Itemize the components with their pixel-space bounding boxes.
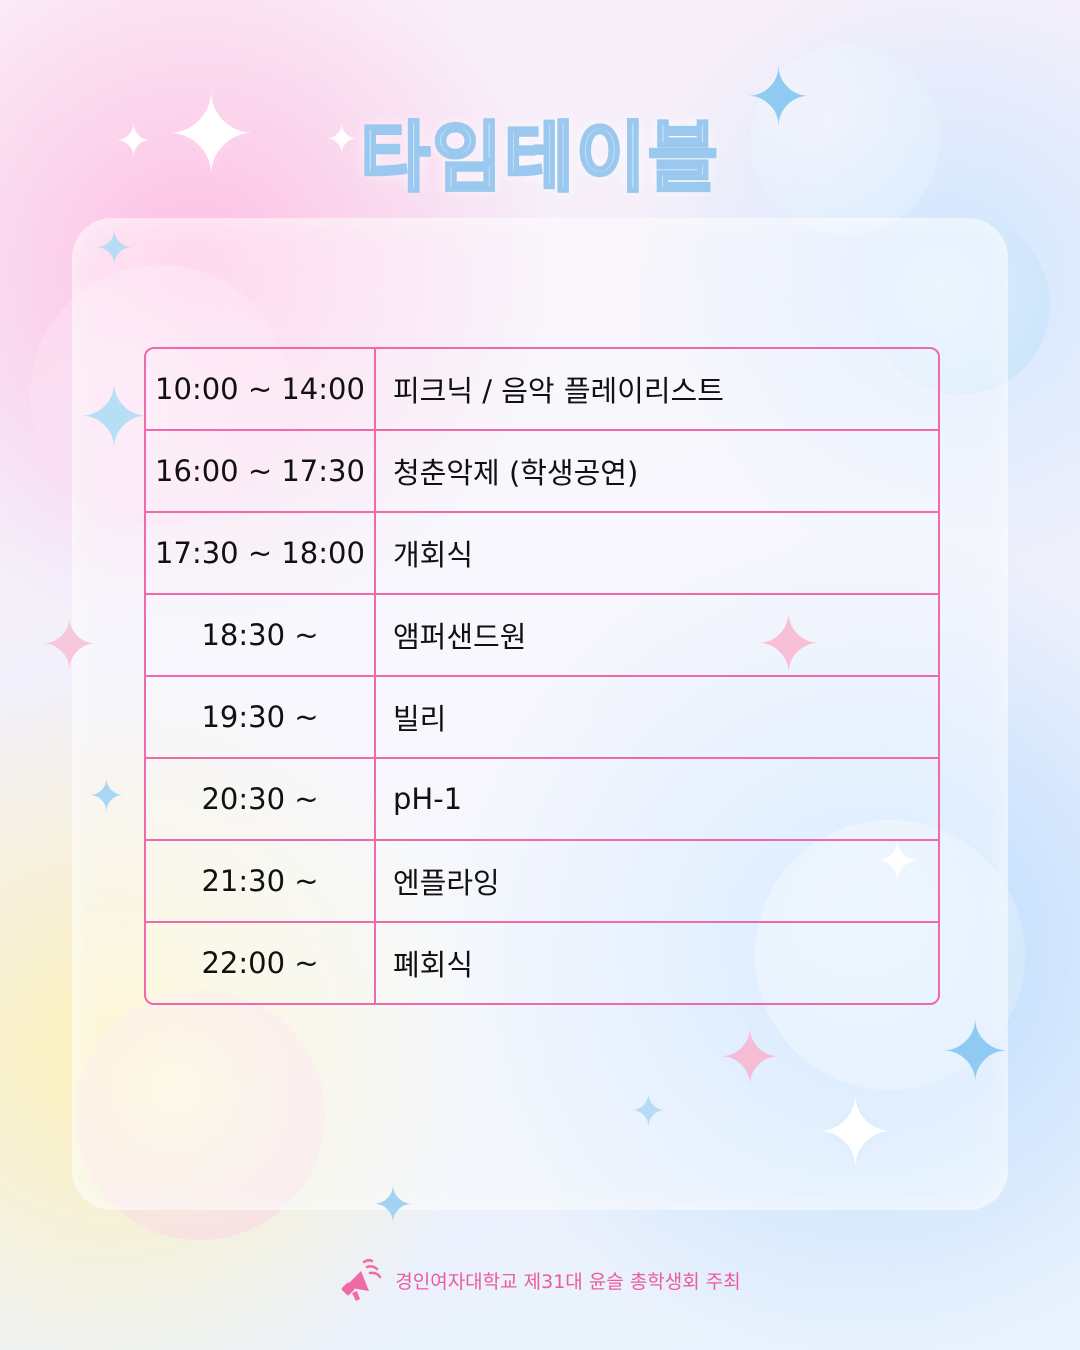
event-cell: pH-1	[393, 782, 463, 816]
sparkle-icon: ✦	[88, 771, 125, 822]
table-row: 17:30 ~ 18:00 개회식	[146, 513, 938, 595]
time-cell: 18:30 ~	[146, 595, 376, 675]
table-row: 16:00 ~ 17:30 청춘악제 (학생공연)	[146, 431, 938, 513]
time-cell: 19:30 ~	[146, 677, 376, 757]
table-row: 10:00 ~ 14:00 피크닉 / 음악 플레이리스트	[146, 349, 938, 431]
table-row: 22:00 ~ 폐회식	[146, 923, 938, 1003]
sparkle-icon: ✦	[95, 221, 134, 275]
organizer-text: 경인여자대학교 제31대 윤슬 총학생회 주최	[395, 1270, 741, 1293]
sparkle-icon: ✦	[718, 1013, 782, 1102]
megaphone-icon	[342, 1258, 382, 1301]
time-cell: 20:30 ~	[146, 759, 376, 839]
event-cell: 피크닉 / 음악 플레이리스트	[393, 374, 724, 408]
event-cell: 폐회식	[393, 948, 474, 982]
sparkle-icon: ✦	[78, 368, 151, 468]
time-cell: 21:30 ~	[146, 841, 376, 921]
event-cell: 엔플라잉	[393, 866, 500, 900]
table-row: 19:30 ~ 빌리	[146, 677, 938, 759]
time-cell: 16:00 ~ 17:30	[146, 431, 376, 511]
table-row: 21:30 ~ 엔플라잉	[146, 841, 938, 923]
table-row: 18:30 ~ 앰퍼샌드원	[146, 595, 938, 677]
event-cell: 청춘악제 (학생공연)	[393, 456, 639, 490]
time-cell: 17:30 ~ 18:00	[146, 513, 376, 593]
event-cell: 앰퍼샌드원	[393, 620, 527, 654]
sparkle-icon: ✦	[630, 1086, 667, 1137]
page-title: 타임테이블	[359, 112, 720, 204]
footer: 경인여자대학교 제31대 윤슬 총학생회 주최	[0, 1252, 1080, 1308]
time-cell: 10:00 ~ 14:00	[146, 349, 376, 429]
sparkle-icon: ✦	[372, 1176, 414, 1234]
schedule-table: 10:00 ~ 14:00 피크닉 / 음악 플레이리스트 16:00 ~ 17…	[144, 347, 940, 1005]
time-cell: 22:00 ~	[146, 923, 376, 1003]
sparkle-icon: ✦	[815, 1077, 896, 1189]
event-cell: 빌리	[393, 702, 447, 736]
sparkle-icon: ✦	[40, 604, 99, 686]
table-row: 20:30 ~ pH-1	[146, 759, 938, 841]
sparkle-icon: ✦	[940, 1003, 1011, 1101]
event-cell: 개회식	[393, 538, 474, 572]
